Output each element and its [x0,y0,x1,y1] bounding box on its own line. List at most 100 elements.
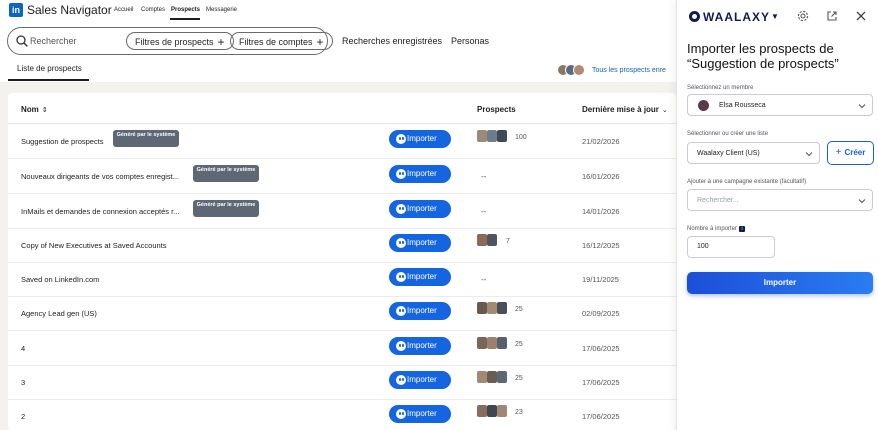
avatar [477,234,487,246]
column-header-name[interactable]: Nom ⇕ [21,105,48,116]
sort-icon: ⇕ [41,107,48,114]
table-row[interactable]: 3 Importer 25 17/06/2025 [8,365,676,400]
chevron-down-icon[interactable]: ▼ [771,12,779,22]
nav-prospects[interactable]: Prospects [171,6,200,14]
ghost-icon [396,169,406,179]
create-list-button[interactable]: + Créer [827,141,874,165]
avatar [477,371,487,383]
campaign-label: Ajouter à une campagne existante (facult… [687,179,807,185]
sales-navigator-page: in Sales Navigator Accueil Comptes Prosp… [0,0,676,430]
table-row[interactable]: InMails et demandes de connexion accepté… [8,194,676,229]
prospect-count: -- [481,207,487,216]
saved-searches-link[interactable]: Recherches enregistrées [342,36,442,47]
import-button[interactable]: Importer [389,130,451,148]
all-team-prospects-link[interactable]: Tous les prospects enre [592,66,666,75]
open-external-icon[interactable] [825,9,839,23]
column-header-name-label: Nom [21,105,39,114]
gear-icon[interactable] [796,9,810,23]
list-label: Sélectionner ou créer une liste [687,131,769,137]
table-row[interactable]: Nouveaux dirigeants de vos comptes enreg… [8,159,676,194]
import-button-label: Importer [407,409,437,418]
nav-accueil[interactable]: Accueil [114,6,133,14]
table-row[interactable]: 2 Importer 23 17/06/2025 [8,399,676,430]
import-submit-button[interactable]: Importer [687,272,873,294]
app-brand[interactable]: Sales Navigator [27,3,112,17]
import-button-label: Importer [407,272,437,281]
filter-prospects-label: Filtres de prospects [135,37,214,47]
table-row[interactable]: Copy of New Executives at Saved Accounts… [8,228,676,263]
close-icon[interactable] [854,9,868,23]
list-name[interactable]: Suggestion de prospects [21,137,104,147]
import-button[interactable]: Importer [389,405,451,423]
list-name[interactable]: 3 [21,378,25,388]
list-name[interactable]: Agency Lead gen (US) [21,309,97,319]
list-name[interactable]: 4 [21,344,25,354]
avatar [698,100,709,111]
campaign-placeholder: Rechercher... [697,197,739,204]
team-avatars [557,64,587,76]
prospect-count: -- [481,172,487,181]
last-updated: 17/06/2025 [582,412,620,421]
import-button-label: Importer [407,341,437,350]
last-updated: 16/12/2025 [582,241,620,250]
search-placeholder: Rechercher [30,36,77,46]
nav-comptes[interactable]: Comptes [141,6,165,14]
avatar [487,337,497,349]
list-name[interactable]: Copy of New Executives at Saved Accounts [21,241,167,251]
prospect-count: 25 [515,306,523,313]
import-button-label: Importer [407,306,437,315]
waalaxy-brand[interactable]: WAALAXY [703,10,770,24]
number-input[interactable]: 100 [687,236,775,258]
last-updated: 21/02/2026 [582,137,620,146]
table-row[interactable]: 4 Importer 25 17/06/2025 [8,331,676,366]
tab-prospect-lists[interactable]: Liste de prospects [17,64,82,74]
campaign-search-select[interactable]: Rechercher... [687,189,873,211]
avatar [477,302,487,314]
import-button[interactable]: Importer [389,302,451,320]
import-button[interactable]: Importer [389,268,451,286]
personas-link[interactable]: Personas [451,36,489,47]
list-name[interactable]: Saved on LinkedIn.com [21,275,99,285]
list-name[interactable]: InMails et demandes de connexion accepté… [21,207,179,217]
avatar [573,64,585,76]
last-updated: 19/11/2025 [582,275,619,284]
list-select[interactable]: Waalaxy Client (US) [687,142,820,164]
list-name[interactable]: 2 [21,412,25,422]
import-button[interactable]: Importer [389,165,451,183]
filter-accounts-label: Filtres de comptes [239,37,313,47]
create-list-label: Créer [844,148,866,157]
plus-icon: + [316,35,324,49]
import-button[interactable]: Importer [389,200,451,218]
table-row[interactable]: Agency Lead gen (US) Importer 25 02/09/2… [8,296,676,331]
avatar [477,337,487,349]
ghost-icon [396,134,406,144]
avatar [487,302,497,314]
ghost-icon [396,409,406,419]
avatar [487,371,497,383]
linkedin-logo-icon[interactable]: in [9,3,23,17]
filter-accounts-button[interactable]: Filtres de comptes + [230,32,333,50]
avatar [497,130,507,142]
import-button[interactable]: Importer [389,234,451,252]
system-generated-badge: Généré par le système [193,200,259,217]
table-row[interactable]: Suggestion de prospects Généré par le sy… [8,124,676,159]
column-header-updated[interactable]: Dernière mise à jour ⌄ [582,105,668,116]
member-value: Elsa Rousseca [719,102,766,109]
info-icon[interactable]: i [739,226,746,232]
import-button-label: Importer [407,169,437,178]
import-button[interactable]: Importer [389,371,451,389]
member-select[interactable]: Elsa Rousseca [687,94,873,116]
chevron-down-icon [858,199,866,204]
chevron-down-icon [805,152,813,157]
ghost-icon [396,272,406,282]
import-button[interactable]: Importer [389,337,451,355]
nav-messagerie[interactable]: Messagerie [206,6,237,14]
prospect-count: 23 [515,409,523,416]
avatar [497,337,507,349]
import-button-label: Importer [407,204,437,213]
table-row[interactable]: Saved on LinkedIn.com Importer -- 19/11/… [8,262,676,297]
filter-prospects-button[interactable]: Filtres de prospects + [126,32,234,50]
avatar [477,405,487,417]
prospect-count: 7 [506,238,510,245]
list-name[interactable]: Nouveaux dirigeants de vos comptes enreg… [21,172,179,182]
